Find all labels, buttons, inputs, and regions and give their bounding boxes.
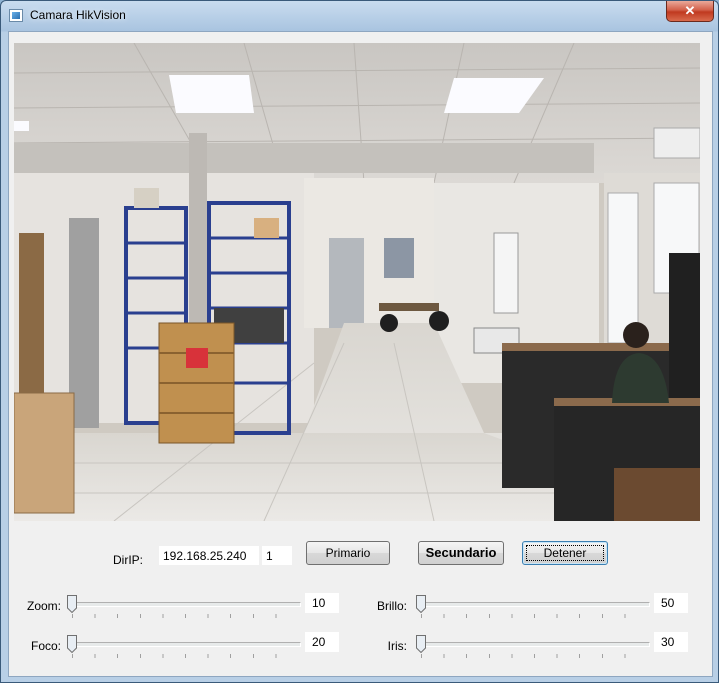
focus-slider[interactable] [67,634,301,658]
brightness-slider-ticks [421,614,645,618]
app-icon [9,9,23,22]
iris-slider-thumb[interactable] [416,635,426,653]
zoom-value: 10 [305,593,339,613]
iris-slider-track [416,642,650,647]
primary-stream-button[interactable]: Primario [306,541,390,565]
zoom-slider-thumb[interactable] [67,595,77,613]
focus-value: 20 [305,632,339,652]
focus-slider-track [67,642,301,647]
zoom-label: Zoom: [26,599,61,613]
camera-scene [14,43,700,521]
stop-button[interactable]: Detener [522,541,608,565]
brightness-slider-thumb[interactable] [416,595,426,613]
ip-label: DirIP: [113,553,143,567]
window-title: Camara HikVision [30,8,126,22]
brightness-slider-track [416,602,650,607]
app-window: Camara HikVision ✕ DirIP: 192.168.25.240… [0,0,719,683]
focus-label: Foco: [30,639,61,653]
zoom-slider[interactable] [67,594,301,618]
focus-slider-thumb[interactable] [67,635,77,653]
iris-value: 30 [654,632,688,652]
client-area: DirIP: 192.168.25.240 1 Primario Secunda… [8,31,713,677]
iris-label: Iris: [387,639,407,653]
zoom-slider-track [67,602,301,607]
zoom-slider-ticks [72,614,296,618]
title-bar[interactable]: Camara HikVision ✕ [1,1,718,31]
camera-video-feed [14,43,700,521]
channel-input[interactable]: 1 [262,546,292,565]
ip-address-input[interactable]: 192.168.25.240 [159,546,259,565]
iris-slider[interactable] [416,634,650,658]
focus-slider-ticks [72,654,296,658]
close-button[interactable]: ✕ [666,1,714,22]
brightness-label: Brillo: [376,599,407,613]
iris-slider-ticks [421,654,645,658]
brightness-value: 50 [654,593,688,613]
secondary-stream-button[interactable]: Secundario [418,541,504,565]
brightness-slider[interactable] [416,594,650,618]
